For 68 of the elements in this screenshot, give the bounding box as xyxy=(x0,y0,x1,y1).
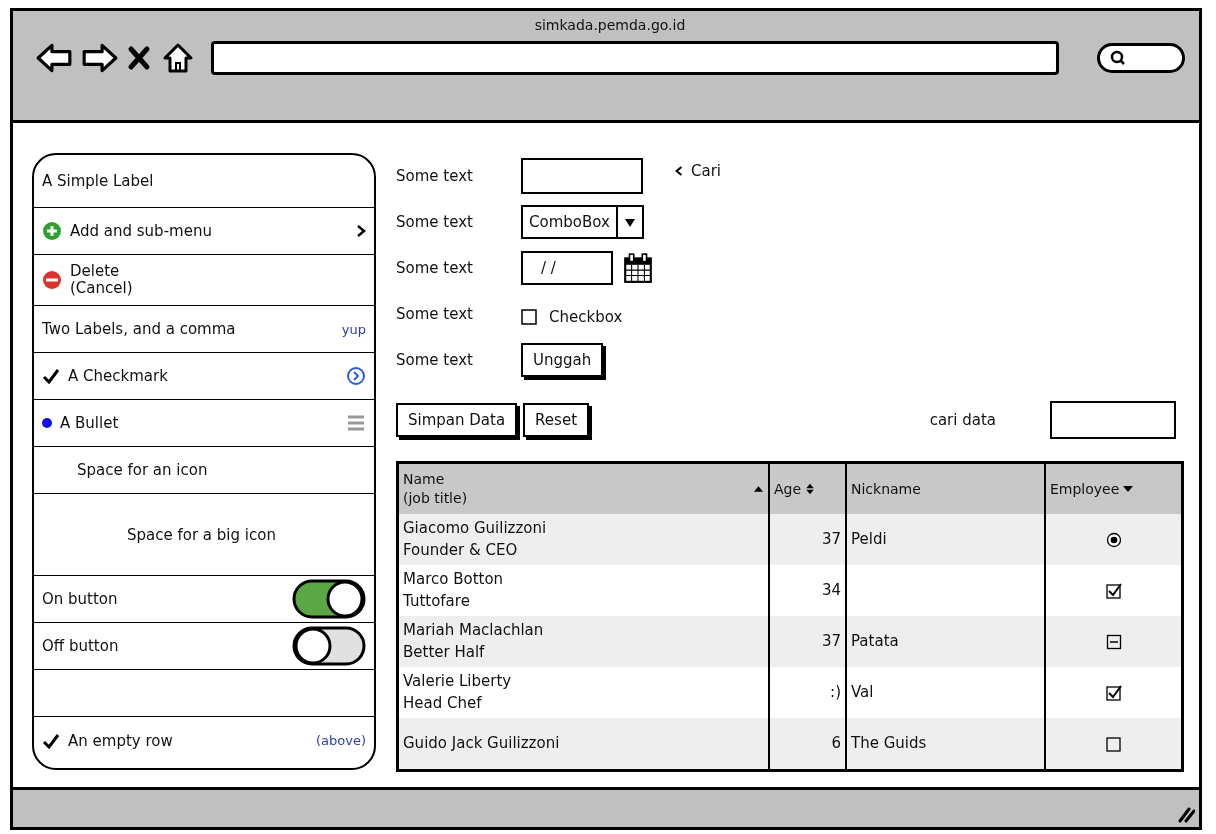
table-cell-text: 34 xyxy=(821,579,841,601)
address-field[interactable] xyxy=(211,41,1059,75)
list-item[interactable]: Space for a big icon xyxy=(34,494,374,576)
field-label: Some text xyxy=(396,259,474,277)
checkbox[interactable] xyxy=(1105,684,1122,701)
table-cell-text: The Guids xyxy=(851,732,927,754)
search-field[interactable] xyxy=(1050,401,1176,439)
table-cell-text: Giacomo Guilizzoni Founder & CEO xyxy=(403,517,547,561)
upload-button[interactable]: Unggah xyxy=(521,343,604,377)
field-label: Some text xyxy=(396,305,474,323)
radio-button[interactable] xyxy=(1105,531,1122,548)
calendar-icon[interactable] xyxy=(623,252,653,284)
checkbox[interactable] xyxy=(1105,633,1122,650)
table-cell-text: Patata xyxy=(851,630,899,652)
list-item[interactable]: Delete (Cancel) xyxy=(34,255,374,306)
add-icon xyxy=(42,221,62,241)
table-cell-text: Marco Botton Tuttofare xyxy=(403,568,504,612)
toggle-switch[interactable] xyxy=(292,578,366,620)
table-cell-text: 37 xyxy=(821,528,841,550)
list-item[interactable]: A Bullet xyxy=(34,400,374,447)
list-item[interactable]: Add and sub-menu xyxy=(34,208,374,255)
table-cell-text: Peldi xyxy=(851,528,887,550)
checkbox[interactable] xyxy=(1105,582,1122,599)
drag-handle-icon[interactable] xyxy=(346,413,366,433)
table-cell-text: 6 xyxy=(831,732,841,754)
column-header[interactable]: Employee xyxy=(1046,464,1181,514)
checkbox[interactable] xyxy=(1105,735,1122,752)
search-link[interactable]: Cari xyxy=(675,162,721,190)
table-cell-text: Guido Jack Guilizzoni xyxy=(403,732,560,754)
secondary-label: yup xyxy=(341,321,366,337)
list-item[interactable]: Two Labels, and a comma yup xyxy=(34,306,374,353)
table-cell-text: Valerie Liberty Head Chef xyxy=(403,670,512,714)
search-icon xyxy=(1110,50,1126,66)
page-address: simkada.pemda.go.id xyxy=(533,17,687,33)
table-cell-text: 37 xyxy=(821,630,841,652)
toggle-switch[interactable] xyxy=(292,625,366,667)
checkbox[interactable] xyxy=(521,309,537,325)
text-field[interactable] xyxy=(521,158,643,194)
table-cell-text: :) xyxy=(830,681,841,703)
list-item[interactable]: An empty row (above) xyxy=(34,717,374,764)
save-button[interactable]: Simpan Data xyxy=(396,403,518,437)
search-field[interactable] xyxy=(1097,43,1185,73)
remove-icon xyxy=(42,270,62,290)
toggle-row[interactable]: On button xyxy=(34,576,374,623)
secondary-label: (above) xyxy=(316,733,366,748)
date-field[interactable]: / / xyxy=(521,251,613,285)
list-item[interactable]: A Simple Label xyxy=(34,155,374,208)
forward-icon[interactable] xyxy=(81,42,119,74)
checkbox-label[interactable]: Checkbox xyxy=(549,308,623,326)
chevron-left-icon xyxy=(675,165,683,177)
bullet-icon xyxy=(42,418,52,428)
combo-box[interactable]: ComboBox xyxy=(521,205,644,239)
checkmark-icon xyxy=(42,732,60,749)
search-label: cari data xyxy=(929,411,996,429)
reset-button[interactable]: Reset xyxy=(523,403,589,437)
field-label: Some text xyxy=(396,167,474,185)
back-icon[interactable] xyxy=(35,42,73,74)
field-label: Some text xyxy=(396,351,474,369)
checkmark-icon xyxy=(42,368,60,384)
table-cell-text: Mariah Maclachlan Better Half xyxy=(403,619,544,663)
field-label: Some text xyxy=(396,213,474,231)
list-item[interactable]: A Checkmark xyxy=(34,353,374,400)
resize-grip-icon[interactable] xyxy=(1177,805,1195,823)
list-item[interactable]: Space for an icon xyxy=(34,447,374,494)
toggle-row[interactable]: Off button xyxy=(34,623,374,670)
table-cell-text: Val xyxy=(851,681,874,703)
sort-ascending-icon[interactable] xyxy=(753,484,764,494)
chevron-right-icon xyxy=(356,224,366,238)
